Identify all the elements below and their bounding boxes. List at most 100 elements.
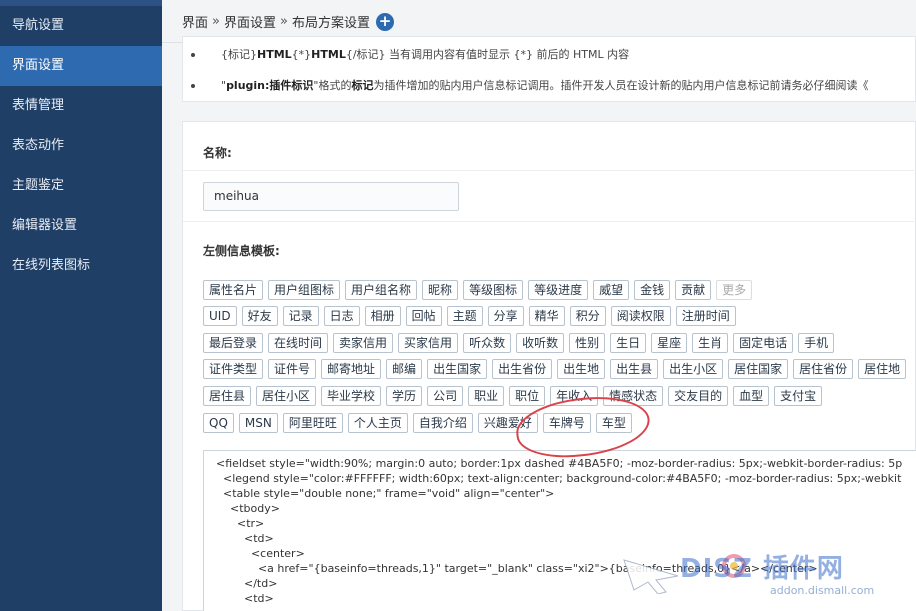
- breadcrumb: 界面 » 界面设置 » 布局方案设置 +: [182, 12, 394, 31]
- tag-button[interactable]: 买家信用: [398, 333, 459, 353]
- tag-button[interactable]: 在线时间: [268, 333, 329, 353]
- tag-button[interactable]: 出生地: [557, 359, 606, 379]
- tag-button[interactable]: 个人主页: [347, 413, 408, 433]
- tag-button[interactable]: 卖家信用: [333, 333, 394, 353]
- tag-button[interactable]: 更多: [716, 280, 753, 300]
- tag-button[interactable]: 职位: [509, 386, 546, 406]
- tag-button[interactable]: 积分: [569, 306, 606, 326]
- plus-circle-icon[interactable]: +: [375, 12, 394, 31]
- name-label: 名称:: [203, 146, 232, 160]
- breadcrumb-item-interface-settings[interactable]: 界面设置: [224, 12, 276, 31]
- tag-button[interactable]: 最后登录: [203, 333, 264, 353]
- tag-button[interactable]: 好友: [241, 306, 278, 326]
- tag-button[interactable]: 车型: [595, 413, 632, 433]
- tag-button[interactable]: 证件号: [268, 359, 317, 379]
- sidebar: 导航设置 界面设置 表情管理 表态动作 主题鉴定 编辑器设置 在线列表图标: [0, 0, 162, 611]
- tip-line-2: "plugin:插件标识"格式的标记为插件增加的贴内用户信息标记调用。插件开发人…: [191, 77, 868, 93]
- tag-button[interactable]: QQ: [203, 413, 234, 433]
- tag-button[interactable]: 支付宝: [774, 386, 823, 406]
- tag-button[interactable]: 收听数: [516, 333, 565, 353]
- tip-line-1: {标记}HTML{*}HTML{/标记} 当有调用内容有值时显示 {*} 前后的…: [191, 46, 629, 62]
- tag-button[interactable]: 出生省份: [492, 359, 553, 379]
- sidebar-item[interactable]: 编辑器设置: [0, 206, 162, 246]
- tag-button[interactable]: 居住小区: [256, 386, 317, 406]
- tag-button[interactable]: 贡献: [675, 280, 712, 300]
- tag-row: QQ MSN 阿里旺旺 个人主页 自我介绍 兴趣爱好 车牌号 车型: [203, 413, 637, 433]
- tag-button[interactable]: UID: [203, 306, 237, 326]
- tag-button[interactable]: 分享: [487, 306, 524, 326]
- tag-button[interactable]: 昵称: [422, 280, 459, 300]
- tag-button[interactable]: 性别: [569, 333, 606, 353]
- sidebar-item[interactable]: 界面设置: [0, 46, 162, 86]
- tag-button[interactable]: 等级进度: [528, 280, 589, 300]
- divider: [183, 170, 916, 171]
- sidebar-item[interactable]: 表情管理: [0, 86, 162, 126]
- tag-button[interactable]: 居住省份: [793, 359, 854, 379]
- bullet-icon: [191, 84, 195, 88]
- tag-row: 最后登录 在线时间 卖家信用 买家信用 听众数 收听数 性别 生日 星座 生肖 固定电话 手机: [203, 333, 839, 353]
- tag-button[interactable]: 相册: [364, 306, 401, 326]
- sidebar-item[interactable]: 导航设置: [0, 6, 162, 46]
- tag-button[interactable]: 年收入: [550, 386, 599, 406]
- tag-button[interactable]: 兴趣爱好: [477, 413, 538, 433]
- name-input[interactable]: meihua: [203, 182, 459, 211]
- tag-button[interactable]: 星座: [651, 333, 688, 353]
- tag-button[interactable]: 威望: [593, 280, 630, 300]
- tag-button[interactable]: 交友目的: [668, 386, 729, 406]
- tag-button[interactable]: 学历: [386, 386, 423, 406]
- tag-button[interactable]: 出生国家: [427, 359, 488, 379]
- tag-row: 证件类型 证件号 邮寄地址 邮编 出生国家 出生省份 出生地 出生县 出生小区 居住国家 居住省份居…: [203, 359, 911, 379]
- tag-button[interactable]: 精华: [528, 306, 565, 326]
- tag-button[interactable]: 公司: [427, 386, 464, 406]
- tag-button[interactable]: 阅读权限: [610, 306, 671, 326]
- code-line: <tr>: [216, 517, 265, 530]
- tag-button[interactable]: 毕业学校: [321, 386, 382, 406]
- breadcrumb-item-interface[interactable]: 界面: [182, 12, 208, 31]
- tag-button[interactable]: 生日: [610, 333, 647, 353]
- tag-button[interactable]: 居住地: [858, 359, 907, 379]
- tag-button[interactable]: 证件类型: [203, 359, 264, 379]
- tag-button[interactable]: 记录: [282, 306, 319, 326]
- tag-button[interactable]: 固定电话: [733, 333, 794, 353]
- tag-button[interactable]: 邮编: [386, 359, 423, 379]
- tag-button[interactable]: 注册时间: [675, 306, 736, 326]
- tag-button[interactable]: 情感状态: [603, 386, 664, 406]
- tag-button[interactable]: 血型: [733, 386, 770, 406]
- tag-button[interactable]: 车牌号: [542, 413, 591, 433]
- sidebar-item[interactable]: 表态动作: [0, 126, 162, 166]
- tag-button[interactable]: 用户组名称: [345, 280, 418, 300]
- sidebar-menu: 导航设置 界面设置 表情管理 表态动作 主题鉴定 编辑器设置 在线列表图标: [0, 6, 162, 286]
- tag-button[interactable]: 主题: [446, 306, 483, 326]
- sidebar-item[interactable]: 主题鉴定: [0, 166, 162, 206]
- code-line: <legend style="color:#FFFFFF; width:60px…: [216, 472, 902, 485]
- sidebar-item[interactable]: 在线列表图标: [0, 246, 162, 286]
- template-code-editor[interactable]: <fieldset style="width:90%; margin:0 aut…: [203, 450, 916, 611]
- tag-button[interactable]: 日志: [323, 306, 360, 326]
- tag-button[interactable]: 生肖: [692, 333, 729, 353]
- tag-button[interactable]: 居住县: [203, 386, 252, 406]
- tag-button[interactable]: 等级图标: [463, 280, 524, 300]
- tag-button[interactable]: 用户组图标: [268, 280, 341, 300]
- divider: [183, 221, 916, 222]
- code-line: <tbody>: [216, 502, 280, 515]
- tag-button[interactable]: 属性名片: [203, 280, 264, 300]
- tag-button[interactable]: 阿里旺旺: [282, 413, 343, 433]
- tag-button[interactable]: 职业: [468, 386, 505, 406]
- layout-settings-card: 名称: meihua 左侧信息模板: 属性名片 用户组图标 用户组名称 昵称 等级图标等…: [182, 121, 916, 611]
- tag-button[interactable]: 听众数: [463, 333, 512, 353]
- tag-button[interactable]: MSN: [238, 413, 278, 433]
- template-label: 左侧信息模板:: [203, 244, 280, 258]
- code-line: <td>: [216, 532, 274, 545]
- tag-button[interactable]: 出生小区: [663, 359, 724, 379]
- tag-button[interactable]: 邮寄地址: [321, 359, 382, 379]
- tag-button[interactable]: 出生县: [610, 359, 659, 379]
- tag-button[interactable]: 回帖: [405, 306, 442, 326]
- tag-button[interactable]: 居住国家: [728, 359, 789, 379]
- tag-button[interactable]: 手机: [798, 333, 835, 353]
- code-line: <fieldset style="width:90%; margin:0 aut…: [216, 457, 903, 470]
- code-line: <a href="{baseinfo=threads,1}" target="_…: [216, 562, 818, 575]
- breadcrumb-separator: »: [280, 14, 288, 29]
- tag-button[interactable]: 金钱: [634, 280, 671, 300]
- tag-row: 属性名片 用户组图标 用户组名称 昵称 等级图标 等级进度 威望 金钱 贡献 更多: [203, 280, 757, 300]
- tag-button[interactable]: 自我介绍: [412, 413, 473, 433]
